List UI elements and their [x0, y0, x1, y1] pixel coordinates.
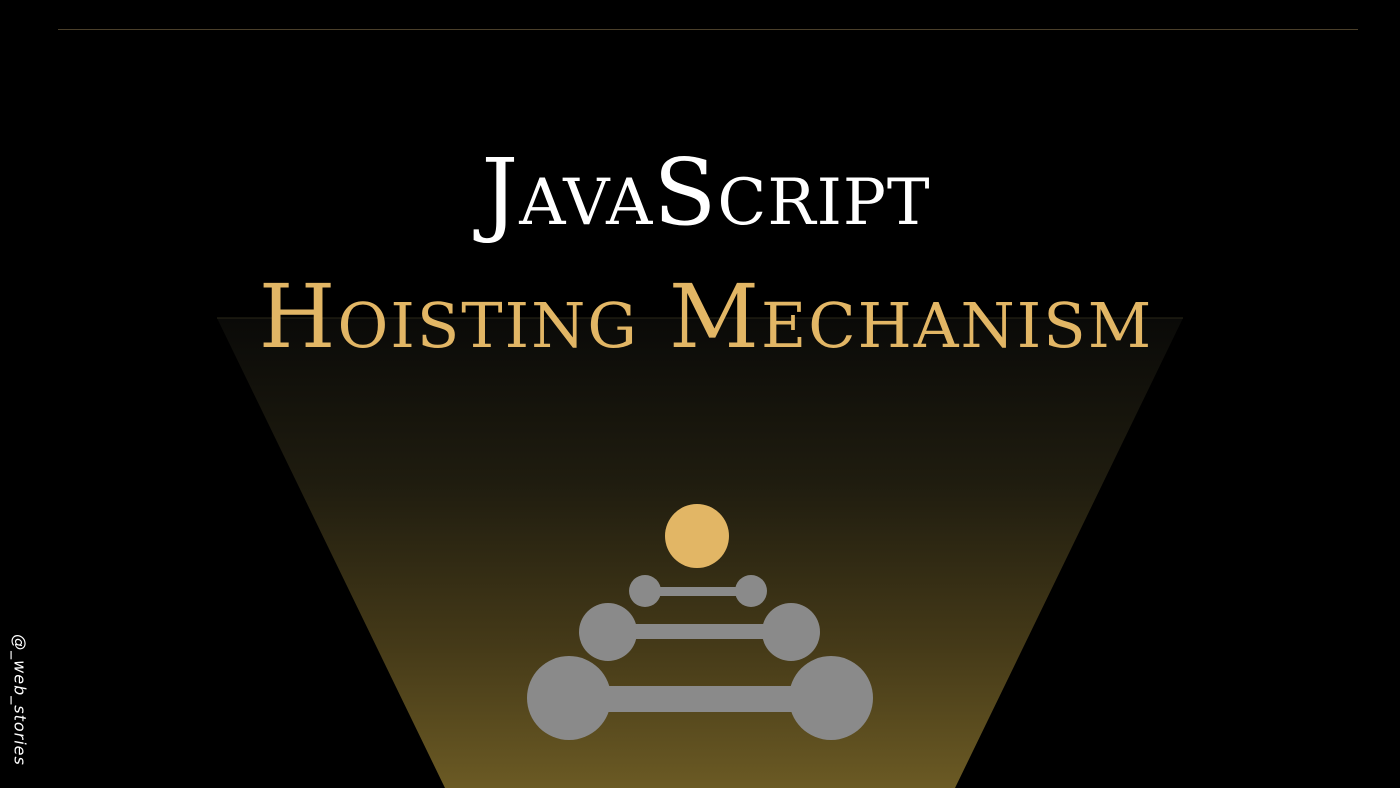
- page-title: JavaScript: [481, 139, 931, 246]
- top-ball-icon: [665, 504, 729, 568]
- illustration: [217, 317, 1183, 788]
- page-subtitle: Hoisting Mechanism: [258, 265, 1154, 368]
- slide: JavaScript Hoisting Mechanism @_web_stor…: [0, 0, 1400, 788]
- author-handle: @_web_stories: [10, 634, 30, 766]
